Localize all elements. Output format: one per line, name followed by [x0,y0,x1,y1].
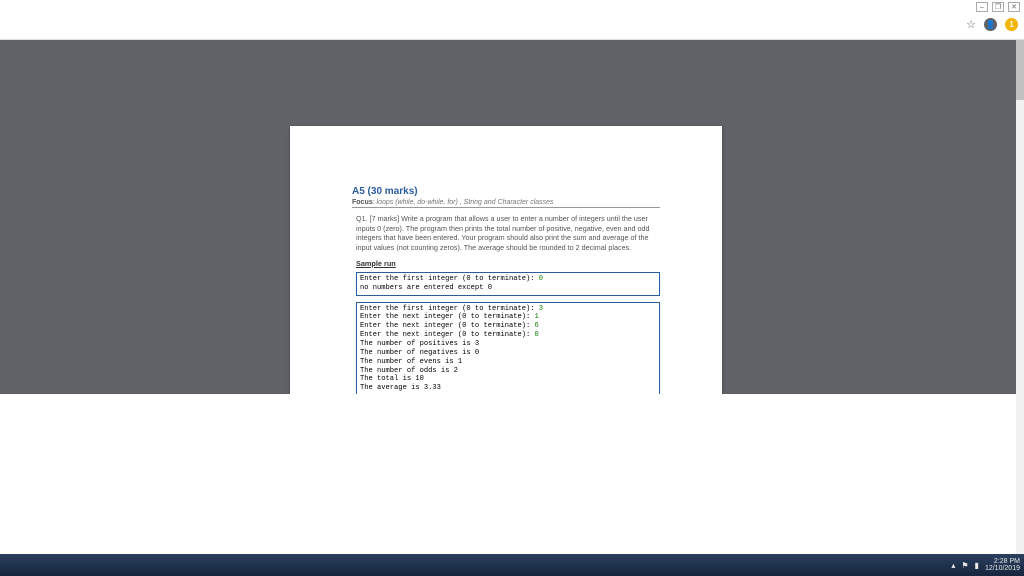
show-hidden-icons-icon[interactable]: ▴ [951,561,955,570]
battery-icon[interactable]: ▮ [975,561,979,570]
person-icon: 👤 [986,20,996,29]
browser-chrome: – ❐ ✕ ☆ 👤 1 [0,0,1024,40]
window-close-button[interactable]: ✕ [1008,2,1020,12]
profile-icon[interactable]: 👤 [984,18,997,31]
window-maximize-button[interactable]: ❐ [992,2,1004,12]
window-minimize-button[interactable]: – [976,2,988,12]
window-controls: – ❐ ✕ [976,0,1020,14]
notification-badge[interactable]: 1 [1005,18,1018,31]
taskbar-date: 12/10/2019 [985,565,1020,572]
focus-text: : loops (while, do-while, for) , String … [373,199,554,206]
windows-taskbar[interactable]: ▴ ⚑ ▮ 2:28 PM 12/10/2019 [0,554,1024,576]
bookmark-star-icon[interactable]: ☆ [966,18,976,31]
system-tray: ▴ ⚑ ▮ 2:28 PM 12/10/2019 [951,558,1020,573]
page-bottom-band [0,394,1016,554]
sample-run-box-2: Enter the first integer (0 to terminate)… [356,302,660,397]
question-1-text: Q1. [7 marks] Write a program that allow… [356,214,660,253]
vertical-scrollbar[interactable] [1016,40,1024,554]
taskbar-clock[interactable]: 2:28 PM 12/10/2019 [985,558,1020,573]
sample-run-box-1: Enter the first integer (0 to terminate)… [356,272,660,296]
focus-label: Focus [352,199,373,206]
assignment-title: A5 (30 marks) [352,186,660,197]
action-center-icon[interactable]: ⚑ [961,561,968,570]
focus-line: Focus: loops (while, do-while, for) , St… [352,199,660,208]
scrollbar-thumb[interactable] [1016,40,1024,100]
taskbar-time: 2:28 PM [985,558,1020,565]
browser-actions: ☆ 👤 1 [966,18,1018,31]
sample-run-label: Sample run [356,259,660,268]
